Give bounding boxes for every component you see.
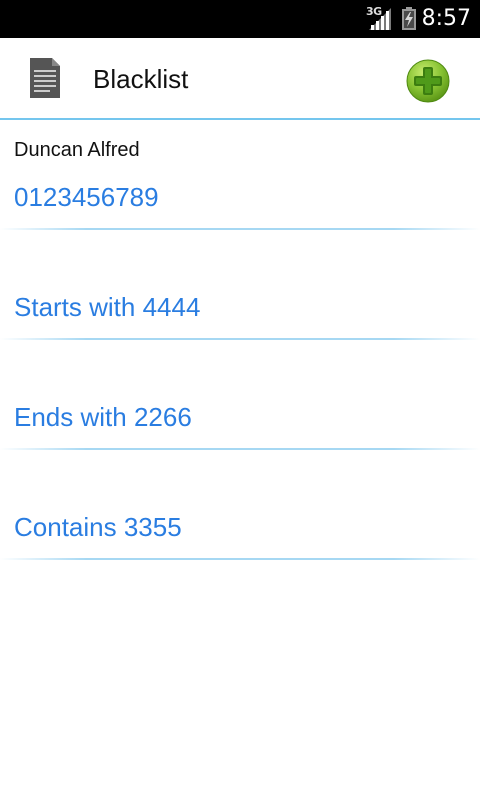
list-divider — [0, 558, 480, 560]
blacklist-rule: Contains 3355 — [14, 512, 182, 542]
action-bar: Blacklist — [0, 38, 480, 120]
battery-charging-icon — [402, 7, 416, 30]
clock: 8:57 — [421, 6, 471, 31]
blacklist-number: 0123456789 — [14, 182, 159, 212]
add-button[interactable] — [406, 59, 450, 103]
page-title: Blacklist — [93, 64, 189, 94]
list-item[interactable]: Contains 3355 — [0, 450, 480, 560]
blacklist-list: Duncan Alfred 0123456789 Starts with 444… — [0, 120, 480, 560]
cell-signal-icon — [369, 8, 391, 30]
contact-name: Duncan Alfred — [14, 139, 140, 161]
add-icon — [406, 59, 450, 103]
blacklist-rule: Starts with 4444 — [14, 292, 201, 322]
document-icon — [30, 58, 60, 98]
list-item[interactable]: Ends with 2266 — [0, 340, 480, 450]
list-item[interactable]: Duncan Alfred 0123456789 — [0, 120, 480, 230]
list-item[interactable]: Starts with 4444 — [0, 230, 480, 340]
blacklist-rule: Ends with 2266 — [14, 402, 192, 432]
status-bar: 3G 8:57 — [0, 0, 480, 38]
